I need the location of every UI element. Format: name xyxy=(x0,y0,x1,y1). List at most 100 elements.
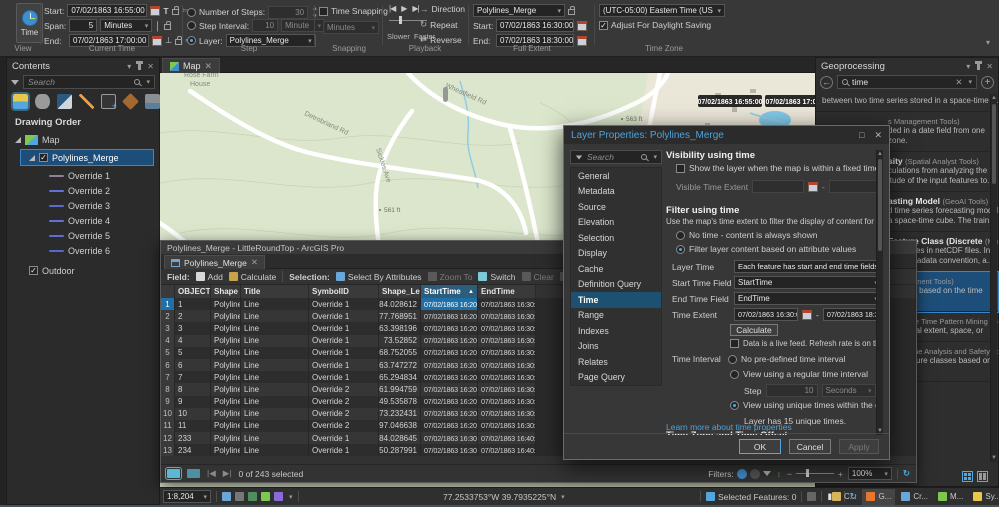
full-extent-start-input[interactable]: 07/02/1863 16:30:00 xyxy=(496,19,574,32)
geoprocessing-search-input[interactable]: time ✕▾ xyxy=(837,75,977,89)
contents-search-input[interactable]: Search ▾ xyxy=(23,75,155,89)
map-tab[interactable]: Map ✕ xyxy=(162,58,220,73)
calendar-icon[interactable] xyxy=(802,310,812,320)
panel-menu-icon[interactable]: ▾ xyxy=(966,62,970,71)
row-selector[interactable]: 5 xyxy=(161,347,175,359)
sound-toggle-icon[interactable] xyxy=(274,492,283,501)
end-time-field-dropdown[interactable]: EndTime▾ xyxy=(734,292,880,305)
legend-item[interactable]: Override 6 xyxy=(41,243,159,258)
span-value-input[interactable]: 5 xyxy=(69,19,97,32)
dock-tab-sy[interactable]: Sy... xyxy=(969,489,999,505)
list-by-perspective-icon[interactable] xyxy=(122,93,139,110)
no-time-radio[interactable] xyxy=(676,231,685,240)
clear-selection-button[interactable]: Clear xyxy=(522,272,554,282)
row-selector[interactable]: 8 xyxy=(161,383,175,395)
editing-toggle-icon[interactable] xyxy=(261,492,270,501)
legend-item[interactable]: Override 2 xyxy=(41,183,159,198)
geoprocessing-result[interactable]: between two time series stored in a spac… xyxy=(816,92,998,112)
ok-button[interactable]: OK xyxy=(739,439,781,454)
dock-tab-cr[interactable]: Cr... xyxy=(897,489,932,505)
play-icon[interactable]: ▶ xyxy=(401,4,406,13)
step-interval-radio[interactable] xyxy=(187,21,196,30)
legend-item[interactable]: Override 4 xyxy=(41,213,159,228)
list-view-icon[interactable] xyxy=(977,471,988,482)
row-selector[interactable]: 1 xyxy=(161,298,175,310)
legend-item[interactable]: Override 3 xyxy=(41,198,159,213)
dock-tab-g[interactable]: G... xyxy=(862,489,895,505)
table-zoom-slider[interactable] xyxy=(796,473,834,474)
first-record-icon[interactable]: |◀ xyxy=(207,468,216,479)
coordinates-display[interactable]: 77.2533753°W 39.7935225°N▾ xyxy=(443,492,565,502)
dialog-menu-selection[interactable]: Selection xyxy=(571,230,661,246)
time-zone-dropdown[interactable]: (UTC-05:00) Eastern Time (US & C...▾ xyxy=(599,4,725,17)
dock-tab-m[interactable]: M... xyxy=(934,489,967,505)
current-start-input[interactable]: 07/02/1863 16:55:00 xyxy=(67,4,147,17)
map-notification-icon[interactable] xyxy=(248,492,257,501)
calendar-icon[interactable] xyxy=(808,182,818,192)
column-header-endtime[interactable]: EndTime xyxy=(478,285,536,298)
filter-icon[interactable] xyxy=(11,80,19,85)
back-icon[interactable]: ← xyxy=(820,76,833,89)
layer-time-dropdown[interactable]: Each feature has start and end time fiel… xyxy=(734,260,880,273)
switch-selection-button[interactable]: Switch xyxy=(478,272,515,282)
visible-extent-end-input[interactable] xyxy=(829,180,880,193)
table-tab-polylines-merge[interactable]: Polylines_Merge ✕ xyxy=(164,255,265,269)
dock-tab-c[interactable]: C... xyxy=(828,489,860,505)
unique-times-radio[interactable] xyxy=(730,401,739,410)
calculate-button[interactable]: Calculate xyxy=(730,324,778,336)
map-scale-dropdown[interactable]: 1:8,204▾ xyxy=(163,490,211,503)
list-by-drawing-order-icon[interactable] xyxy=(13,94,28,109)
panel-menu-icon[interactable]: ▾ xyxy=(127,62,131,71)
dialog-search-input[interactable]: Search ▾ xyxy=(570,150,662,164)
layout-status-icon[interactable] xyxy=(807,492,816,501)
dialog-menu-metadata[interactable]: Metadata xyxy=(571,184,661,200)
dialog-menu-elevation[interactable]: Elevation xyxy=(571,215,661,231)
dialog-menu-definition-query[interactable]: Definition Query xyxy=(571,277,661,293)
row-selector[interactable]: 13 xyxy=(161,444,175,456)
calculate-field-button[interactable]: Calculate xyxy=(229,272,276,282)
no-interval-radio[interactable] xyxy=(728,355,737,364)
add-tool-icon[interactable]: + xyxy=(981,76,994,89)
step-interval-input[interactable]: 10 xyxy=(252,19,278,32)
column-header-objectid[interactable]: OBJECTID * xyxy=(175,285,211,298)
time-extent-end-input[interactable]: 07/02/1863 18:30:00 xyxy=(823,308,880,321)
step-back-icon[interactable]: |◀ xyxy=(389,4,395,13)
expand-icon[interactable] xyxy=(15,137,21,143)
attribute-filter-icon[interactable] xyxy=(763,471,771,476)
apply-button[interactable]: Apply xyxy=(839,439,879,454)
select-by-attributes-button[interactable]: Select By Attributes xyxy=(336,272,422,282)
time-slider-handle[interactable] xyxy=(443,87,448,102)
dialog-menu-page-query[interactable]: Page Query xyxy=(571,370,661,386)
regular-interval-radio[interactable] xyxy=(730,370,739,379)
row-selector[interactable]: 4 xyxy=(161,335,175,347)
step-end-icon[interactable]: ▶| xyxy=(412,4,418,13)
row-selector[interactable]: 2 xyxy=(161,310,175,322)
pin-icon[interactable] xyxy=(138,62,141,70)
daylight-saving-checkbox[interactable] xyxy=(599,21,608,30)
direction-button[interactable]: Direction xyxy=(432,4,466,14)
row-selector[interactable]: 6 xyxy=(161,359,175,371)
close-icon[interactable]: ✕ xyxy=(147,62,154,71)
reverse-button[interactable]: Reverse xyxy=(430,35,462,45)
extent-filter-icon[interactable] xyxy=(750,469,760,479)
close-icon[interactable]: ✕ xyxy=(251,257,258,268)
split-view-icon[interactable] xyxy=(187,469,200,478)
dialog-menu-general[interactable]: General xyxy=(571,168,661,184)
sync-rows-icon[interactable]: ↕ xyxy=(777,469,781,479)
full-extent-layer-dropdown[interactable]: Polylines_Merge▾ xyxy=(473,4,565,17)
row-selector[interactable]: 10 xyxy=(161,408,175,420)
dialog-scrollbar[interactable]: ▲ ▼ xyxy=(876,150,883,435)
close-icon[interactable]: ✕ xyxy=(874,130,882,141)
time-extent-start-input[interactable]: 07/02/1863 16:30:00 xyxy=(734,308,798,321)
dialog-menu-joins[interactable]: Joins xyxy=(571,339,661,355)
pin-icon[interactable] xyxy=(977,62,980,70)
tree-item-outdoor[interactable]: Outdoor xyxy=(21,263,159,278)
column-header-symbolid[interactable]: SymbolID xyxy=(309,285,379,298)
set-start-icon[interactable]: T xyxy=(163,6,168,16)
number-of-steps-input[interactable]: 30 xyxy=(268,6,308,19)
span-unit-dropdown[interactable]: Minutes▾ xyxy=(100,19,152,32)
calendar-icon[interactable] xyxy=(150,6,160,16)
lock-extent-icon[interactable] xyxy=(568,9,575,15)
grid-view-icon[interactable] xyxy=(962,471,973,482)
visible-extent-start-input[interactable] xyxy=(752,180,804,193)
